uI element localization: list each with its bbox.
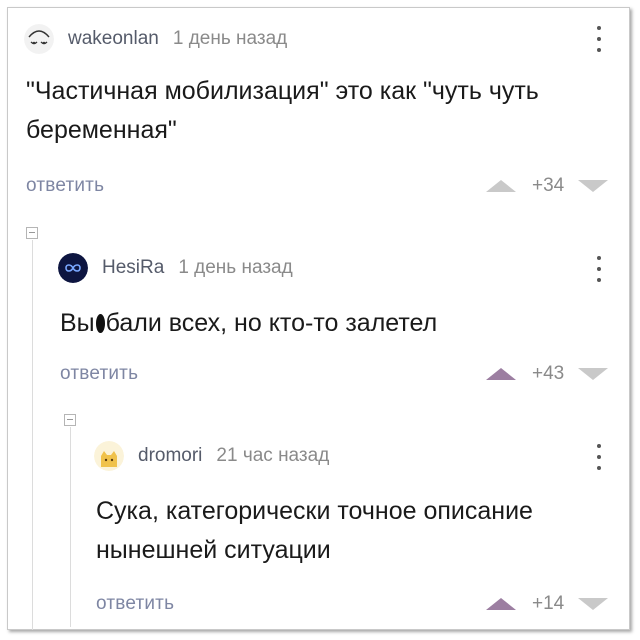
upvote-icon[interactable] [486,368,516,380]
comment-text: Вы [60,309,95,337]
timestamp: 21 час назад [216,445,330,466]
downvote-icon[interactable] [578,598,609,610]
more-options-icon[interactable] [596,444,602,470]
upvote-icon[interactable] [486,598,516,610]
comment-text-line: "Частичная мобилизация" это как "чуть чу… [26,77,539,105]
rating-controls: +14 [486,593,609,615]
score: +34 [532,175,565,196]
rating-controls: +43 [486,363,609,385]
sleepy-face-icon[interactable] [24,24,54,54]
collapse-thread-button[interactable] [64,414,76,426]
comment-body: Сука, категорически точное описание ныне… [96,492,533,570]
score: +43 [532,363,565,384]
score: +14 [532,593,565,614]
comment-text-line: Сука, категорически точное описание [96,497,533,525]
comment-text: бали всех, но кто-то залетел [105,309,438,337]
timestamp: 1 день назад [178,257,293,278]
timestamp: 1 день назад [172,28,288,49]
upvote-icon[interactable] [486,180,516,192]
infinity-icon[interactable] [58,253,88,283]
collapse-thread-button[interactable] [26,227,38,239]
comment-thread: wakeonlan 1 день назад "Частичная мобили… [7,7,630,630]
comment-header: HesiRa 1 день назад [58,253,293,283]
downvote-icon[interactable] [578,180,609,192]
thread-line [32,240,33,630]
comment-text-line: беременная" [26,116,177,144]
username[interactable]: wakeonlan [68,28,159,50]
reply-link[interactable]: ответить [96,593,174,615]
username[interactable]: dromori [138,445,202,467]
comment-text-line: нынешней ситуации [96,536,331,564]
comment-body: Вы бали всех, но кто-то залетел [60,304,437,343]
more-options-icon[interactable] [596,26,602,52]
censor-blot [95,314,105,333]
reply-link[interactable]: ответить [26,175,104,197]
thread-line [70,427,71,627]
rating-controls: +34 [486,175,609,197]
comment-body: "Частичная мобилизация" это как "чуть чу… [26,72,539,150]
downvote-icon[interactable] [578,368,609,380]
username[interactable]: HesiRa [102,257,164,279]
more-options-icon[interactable] [596,256,602,282]
cat-icon[interactable] [94,441,124,471]
reply-link[interactable]: ответить [60,363,138,385]
comment-header: dromori 21 час назад [94,441,329,471]
comment-header: wakeonlan 1 день назад [24,24,287,54]
